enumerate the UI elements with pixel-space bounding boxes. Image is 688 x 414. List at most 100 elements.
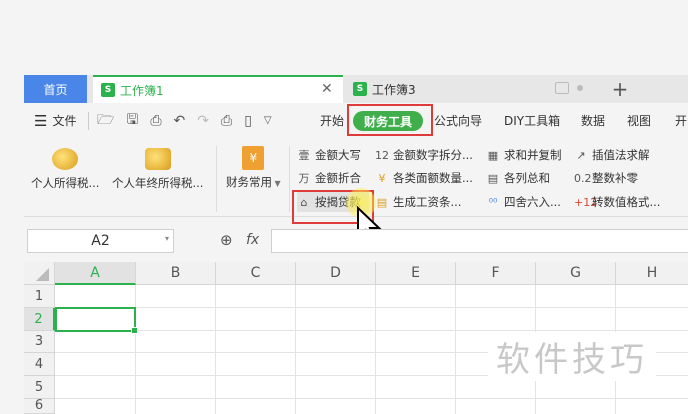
column-header-G[interactable]: G bbox=[536, 262, 616, 285]
column-header-B[interactable]: B bbox=[136, 262, 216, 285]
round-icon: ⁰⁰ bbox=[488, 195, 498, 209]
save-icon[interactable]: 🖫 bbox=[126, 109, 138, 133]
finance-common-button[interactable]: ¥ 财务常用 ▼ bbox=[226, 146, 281, 190]
menu-file[interactable]: ☰ 文件 bbox=[34, 103, 76, 138]
menu-data[interactable]: 数据 bbox=[581, 103, 605, 138]
sum-copy-label: 求和并复制 bbox=[504, 148, 562, 162]
redo-icon[interactable]: ↷ bbox=[197, 113, 209, 129]
menu-more[interactable]: 开 bbox=[675, 103, 687, 138]
personal-tax-label: 个人所得税... bbox=[31, 176, 100, 190]
column-table-icon: ▤ bbox=[487, 171, 499, 185]
print-icon[interactable]: ⎙ bbox=[221, 113, 232, 129]
monitor-icon bbox=[555, 82, 569, 94]
yen-coin-icon: ¥ bbox=[378, 171, 386, 185]
gridline bbox=[295, 285, 296, 414]
coins-icon bbox=[52, 148, 79, 170]
formula-input[interactable] bbox=[271, 229, 688, 253]
row-header-1[interactable]: 1 bbox=[24, 285, 55, 308]
undo-icon[interactable]: ↶ bbox=[174, 113, 186, 129]
denomination-count-label: 各类面额数量... bbox=[393, 171, 473, 185]
interpolation-button[interactable]: ↗ 插值法求解 bbox=[574, 145, 649, 165]
column-sum-label: 各列总和 bbox=[504, 171, 550, 185]
zero-pad-icon: 0.2 bbox=[574, 171, 592, 185]
tab-home[interactable]: 首页 bbox=[24, 75, 87, 103]
name-box[interactable]: A2 ▾ bbox=[27, 229, 174, 253]
amount-fold-button[interactable]: 万金额折合 bbox=[297, 168, 362, 188]
workbook-icon: S bbox=[353, 82, 367, 96]
column-header-C[interactable]: C bbox=[216, 262, 296, 285]
chevron-down-icon[interactable]: ▽ bbox=[264, 115, 272, 126]
uppercase-icon: 壹 bbox=[298, 149, 310, 162]
amount-uppercase-button[interactable]: 壹金额大写 bbox=[297, 145, 362, 165]
chevron-down-icon: ▼ bbox=[272, 179, 281, 188]
close-icon[interactable]: ✕ bbox=[321, 81, 333, 97]
gridline bbox=[55, 398, 688, 399]
quick-toolbar: 🗁 🖫 ⎙ ↶ ↷ ⎙ ▯ ▽ bbox=[97, 103, 272, 138]
zoom-search-icon[interactable]: ⊕ bbox=[220, 231, 233, 249]
tab-workbook3[interactable]: S 工作簿3 bbox=[345, 75, 600, 103]
divider bbox=[289, 146, 290, 212]
to-value-button[interactable]: +12 转数值格式... bbox=[574, 192, 660, 212]
column-header-H[interactable]: H bbox=[616, 262, 688, 285]
row-header-4[interactable]: 4 bbox=[24, 353, 55, 376]
divider bbox=[216, 146, 217, 212]
row-header-5[interactable]: 5 bbox=[24, 376, 55, 399]
select-all-corner[interactable] bbox=[24, 262, 55, 285]
fx-icon[interactable]: fx bbox=[246, 232, 259, 248]
menu-finance-tools[interactable]: 财务工具 bbox=[353, 111, 423, 131]
new-doc-icon[interactable]: ▯ bbox=[244, 113, 252, 129]
sum-table-icon: ▦ bbox=[487, 148, 499, 162]
payslip-label: 生成工资条... bbox=[393, 195, 462, 209]
gridline bbox=[55, 307, 688, 308]
wan-icon: 万 bbox=[298, 172, 310, 185]
amount-split-button[interactable]: 12 金额数字拆分... bbox=[375, 145, 473, 165]
yen-doc-icon: ¥ bbox=[242, 146, 265, 170]
row-header-6[interactable]: 6 bbox=[24, 398, 55, 414]
gridline bbox=[455, 285, 456, 414]
year-end-tax-label: 个人年终所得税... bbox=[112, 176, 204, 190]
column-header-D[interactable]: D bbox=[296, 262, 376, 285]
payslip-icon: ▤ bbox=[376, 195, 388, 209]
personal-tax-button[interactable]: 个人所得税... bbox=[31, 148, 99, 191]
open-folder-icon[interactable]: 🗁 bbox=[97, 109, 114, 133]
to-number-icon: +12 bbox=[574, 195, 598, 209]
sum-copy-button[interactable]: ▦ 求和并复制 bbox=[486, 145, 562, 165]
menu-formula-wizard[interactable]: 公式向导 bbox=[434, 103, 482, 138]
payslip-button[interactable]: ▤ 生成工资条... bbox=[375, 192, 462, 212]
tab-workbook1-label: 工作簿1 bbox=[120, 83, 164, 98]
row-header-3[interactable]: 3 bbox=[24, 331, 55, 353]
menu-start[interactable]: 开始 bbox=[320, 103, 344, 138]
column-sum-button[interactable]: ▤ 各列总和 bbox=[486, 168, 550, 188]
int-complement-button[interactable]: 0.2 整数补零 bbox=[574, 168, 638, 188]
selected-cell-a2[interactable] bbox=[55, 307, 138, 334]
gridline bbox=[215, 285, 216, 414]
round-button[interactable]: ⁰⁰ 四舍六入... bbox=[486, 192, 561, 212]
row-header-2[interactable]: 2 bbox=[24, 308, 55, 331]
column-header-E[interactable]: E bbox=[376, 262, 456, 285]
chart-icon: ↗ bbox=[576, 148, 586, 162]
add-tab-button[interactable]: + bbox=[608, 75, 632, 103]
denomination-count-button[interactable]: ¥ 各类面额数量... bbox=[375, 168, 473, 188]
divider bbox=[88, 112, 89, 130]
menu-view[interactable]: 视图 bbox=[627, 103, 651, 138]
print-preview-icon[interactable]: ⎙ bbox=[150, 113, 161, 129]
menu-file-label: 文件 bbox=[52, 114, 77, 128]
fill-handle[interactable] bbox=[131, 327, 138, 334]
menu-diy-tools[interactable]: DIY工具箱 bbox=[504, 103, 560, 138]
year-end-tax-button[interactable]: 个人年终所得税... bbox=[112, 148, 203, 191]
amount-uppercase-label: 金额大写 bbox=[315, 148, 361, 162]
column-header-F[interactable]: F bbox=[456, 262, 536, 285]
chevron-down-icon[interactable]: ▾ bbox=[165, 234, 169, 243]
tab-workbook1[interactable]: S 工作簿1 ✕ bbox=[93, 75, 343, 103]
column-header-A[interactable]: A bbox=[55, 262, 136, 285]
round-label: 四舍六入... bbox=[504, 195, 561, 209]
int-complement-label: 整数补零 bbox=[592, 171, 638, 185]
digits-icon: 12 bbox=[375, 148, 389, 162]
gridline bbox=[55, 330, 688, 331]
amount-fold-label: 金额折合 bbox=[315, 171, 361, 185]
amount-split-label: 金额数字拆分... bbox=[393, 148, 473, 162]
money-bag-icon bbox=[144, 148, 171, 170]
watermark: 软件技巧 bbox=[488, 332, 656, 381]
gridline bbox=[375, 285, 376, 414]
corner-triangle-icon bbox=[36, 268, 49, 281]
